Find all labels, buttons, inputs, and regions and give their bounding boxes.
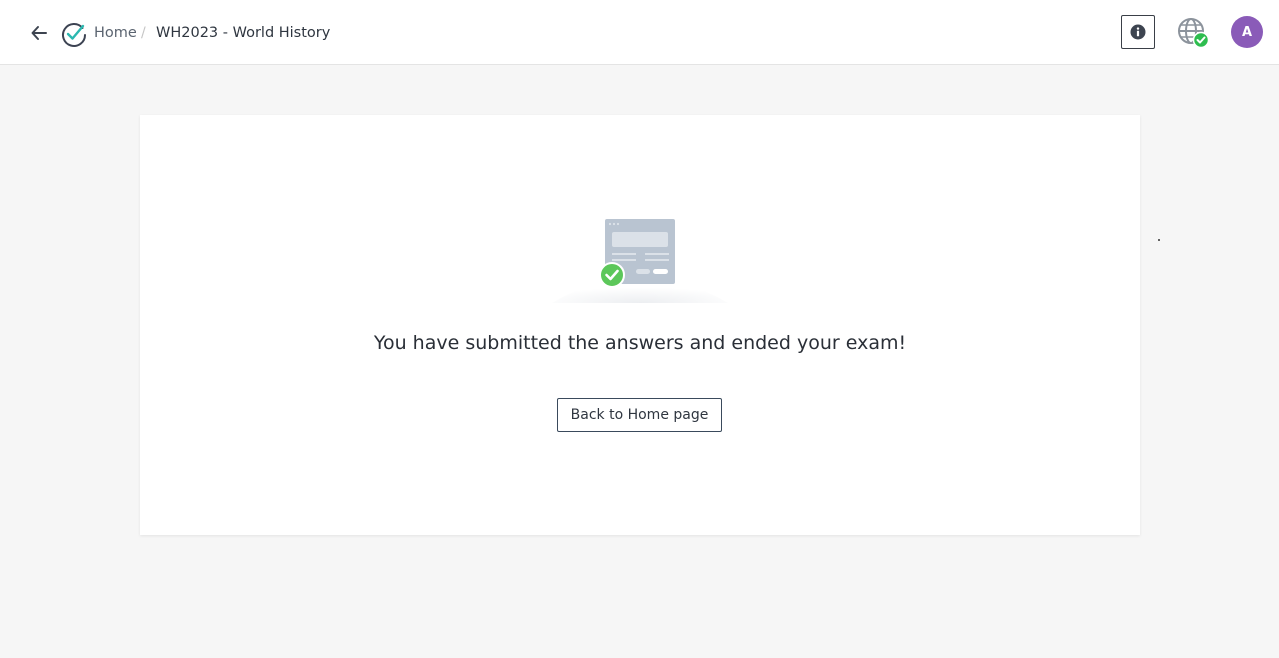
submission-confirmation-message: You have submitted the answers and ended… bbox=[373, 332, 907, 354]
document-submitted-icon bbox=[552, 219, 728, 303]
arrow-left-icon bbox=[31, 26, 47, 40]
back-button[interactable] bbox=[27, 21, 51, 45]
user-avatar[interactable]: A bbox=[1231, 16, 1263, 48]
top-bar: Home / WH2023 - World History A bbox=[0, 0, 1279, 65]
globe-connected-icon[interactable] bbox=[1176, 16, 1210, 50]
breadcrumb-current-exam: WH2023 - World History bbox=[156, 25, 331, 41]
exam-submitted-card: You have submitted the answers and ended… bbox=[140, 115, 1140, 535]
back-to-home-button[interactable]: Back to Home page bbox=[557, 398, 722, 432]
breadcrumb-separator: / bbox=[141, 25, 146, 41]
info-icon bbox=[1130, 24, 1146, 40]
breadcrumb-home-link[interactable]: Home bbox=[94, 23, 137, 43]
app-logo-icon bbox=[62, 23, 86, 47]
stray-dot bbox=[1158, 239, 1160, 241]
info-button[interactable] bbox=[1121, 15, 1155, 49]
